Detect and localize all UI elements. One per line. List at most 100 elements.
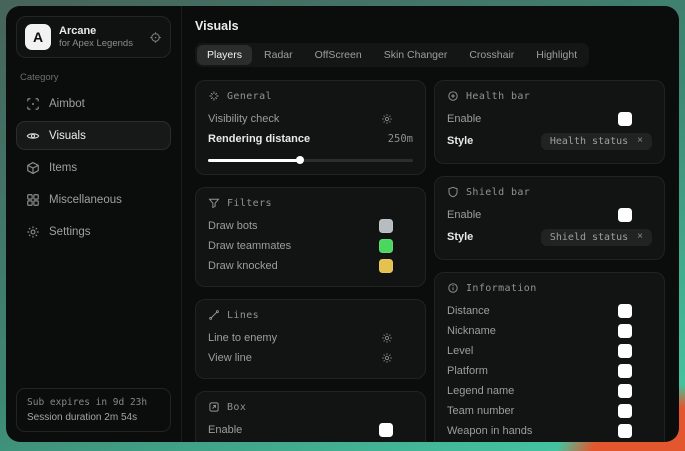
setting-row: Line to enemy xyxy=(208,328,413,348)
subscription-info-card: Sub expires in 9d 23h Session duration 2… xyxy=(16,388,171,432)
health-bar-color-swatch[interactable] xyxy=(618,112,632,126)
clear-icon[interactable]: × xyxy=(637,136,643,146)
app-window: A Arcane for Apex Legends Category Aimbo xyxy=(6,6,679,442)
target-icon[interactable] xyxy=(149,31,162,44)
setting-row: Legend name xyxy=(447,381,652,401)
gear-icon[interactable] xyxy=(381,332,393,344)
box-enable-color-swatch[interactable] xyxy=(379,423,393,437)
health-bar-card: Health bar Enable Style Health status xyxy=(434,80,665,164)
sidebar-item-items[interactable]: Items xyxy=(16,153,171,182)
gear-icon[interactable] xyxy=(381,113,393,125)
tab-crosshair[interactable]: Crosshair xyxy=(459,45,524,65)
box-icon xyxy=(208,401,220,413)
tab-players[interactable]: Players xyxy=(197,45,252,65)
tab-offscreen[interactable]: OffScreen xyxy=(305,45,372,65)
health-icon xyxy=(447,90,459,102)
distance-checkbox[interactable] xyxy=(639,305,652,318)
draw-knocked-checkbox[interactable] xyxy=(400,260,413,273)
draw-teammates-checkbox[interactable] xyxy=(400,240,413,253)
nickname-color-swatch[interactable] xyxy=(618,324,632,338)
view-line-checkbox[interactable] xyxy=(400,352,413,365)
setting-row: Distance xyxy=(447,301,652,321)
slider-thumb[interactable] xyxy=(296,156,304,164)
shield-bar-color-swatch[interactable] xyxy=(618,208,632,222)
platform-checkbox[interactable] xyxy=(639,365,652,378)
tab-radar[interactable]: Radar xyxy=(254,45,303,65)
health-style-select[interactable]: Health status × xyxy=(541,133,652,150)
shield-style-select[interactable]: Shield status × xyxy=(541,229,652,246)
draw-bots-color-swatch[interactable] xyxy=(379,219,393,233)
sidebar-item-visuals[interactable]: Visuals xyxy=(16,121,171,150)
session-duration-text: Session duration 2m 54s xyxy=(27,412,160,423)
setting-row: Enable background xyxy=(208,440,413,442)
setting-row: Enable xyxy=(208,420,413,440)
weapon-in-hands-color-swatch[interactable] xyxy=(618,424,632,438)
info-icon xyxy=(447,282,459,294)
card-title: General xyxy=(227,91,272,102)
sidebar: A Arcane for Apex Legends Category Aimbo xyxy=(6,6,182,442)
legend-name-checkbox[interactable] xyxy=(639,385,652,398)
sidebar-item-settings[interactable]: Settings xyxy=(16,217,171,246)
app-name: Arcane xyxy=(59,25,133,37)
setting-row: Draw bots xyxy=(208,216,413,236)
sidebar-item-miscellaneous[interactable]: Miscellaneous xyxy=(16,185,171,214)
line-icon xyxy=(208,309,220,321)
level-color-swatch[interactable] xyxy=(618,344,632,358)
sidebar-item-label: Settings xyxy=(49,226,91,238)
draw-knocked-color-swatch[interactable] xyxy=(379,259,393,273)
gear-icon[interactable] xyxy=(381,352,393,364)
filters-card: Filters Draw bots Draw teammates xyxy=(195,187,426,287)
funnel-icon xyxy=(208,197,220,209)
platform-color-swatch[interactable] xyxy=(618,364,632,378)
lines-card: Lines Line to enemy xyxy=(195,299,426,379)
tab-bar: Players Radar OffScreen Skin Changer Cro… xyxy=(195,43,589,67)
team-number-color-swatch[interactable] xyxy=(618,404,632,418)
sidebar-item-label: Miscellaneous xyxy=(49,194,122,206)
card-title: Filters xyxy=(227,198,272,209)
draw-bots-checkbox[interactable] xyxy=(400,220,413,233)
draw-teammates-color-swatch[interactable] xyxy=(379,239,393,253)
desktop-backdrop: A Arcane for Apex Legends Category Aimbo xyxy=(0,0,685,451)
tab-highlight[interactable]: Highlight xyxy=(526,45,587,65)
setting-row: Style Shield status × xyxy=(447,225,652,249)
shield-bar-card: Shield bar Enable Style Shield status xyxy=(434,176,665,260)
setting-row: Enable xyxy=(447,109,652,129)
sidebar-item-label: Items xyxy=(49,162,77,174)
level-checkbox[interactable] xyxy=(639,345,652,358)
health-bar-enable-checkbox[interactable] xyxy=(639,113,652,126)
team-number-checkbox[interactable] xyxy=(639,405,652,418)
right-column: Health bar Enable Style Health status xyxy=(434,80,665,442)
gear-icon xyxy=(26,225,40,239)
nickname-checkbox[interactable] xyxy=(639,325,652,338)
clear-icon[interactable]: × xyxy=(637,232,643,242)
setting-row: Rendering distance 250m xyxy=(208,129,413,149)
rendering-distance-value: 250m xyxy=(388,133,413,145)
main-content: Visuals Players Radar OffScreen Skin Cha… xyxy=(182,6,679,442)
sub-expires-text: Sub expires in 9d 23h xyxy=(27,397,160,408)
card-title: Box xyxy=(227,402,246,413)
distance-color-swatch[interactable] xyxy=(618,304,632,318)
app-logo-card: A Arcane for Apex Legends xyxy=(16,16,171,58)
card-title: Information xyxy=(466,283,537,294)
box-enable-checkbox[interactable] xyxy=(400,424,413,437)
shield-bar-enable-checkbox[interactable] xyxy=(639,209,652,222)
setting-row: View line xyxy=(208,348,413,368)
setting-row: Draw teammates xyxy=(208,236,413,256)
weapon-in-hands-checkbox[interactable] xyxy=(639,425,652,438)
sidebar-item-label: Aimbot xyxy=(49,98,85,110)
line-to-enemy-checkbox[interactable] xyxy=(400,332,413,345)
setting-row: Visibility check xyxy=(208,109,413,129)
visibility-check-checkbox[interactable] xyxy=(400,113,413,126)
general-card: General Visibility check xyxy=(195,80,426,175)
tab-skin-changer[interactable]: Skin Changer xyxy=(374,45,458,65)
left-column: General Visibility check xyxy=(195,80,426,442)
setting-row: Weapon in hands xyxy=(447,421,652,441)
card-title: Health bar xyxy=(466,91,530,102)
eye-icon xyxy=(26,129,40,143)
setting-row: Level xyxy=(447,341,652,361)
sidebar-item-label: Visuals xyxy=(49,130,86,142)
crosshair-icon xyxy=(26,97,40,111)
legend-name-color-swatch[interactable] xyxy=(618,384,632,398)
sidebar-item-aimbot[interactable]: Aimbot xyxy=(16,89,171,118)
rendering-distance-slider[interactable] xyxy=(208,156,413,164)
